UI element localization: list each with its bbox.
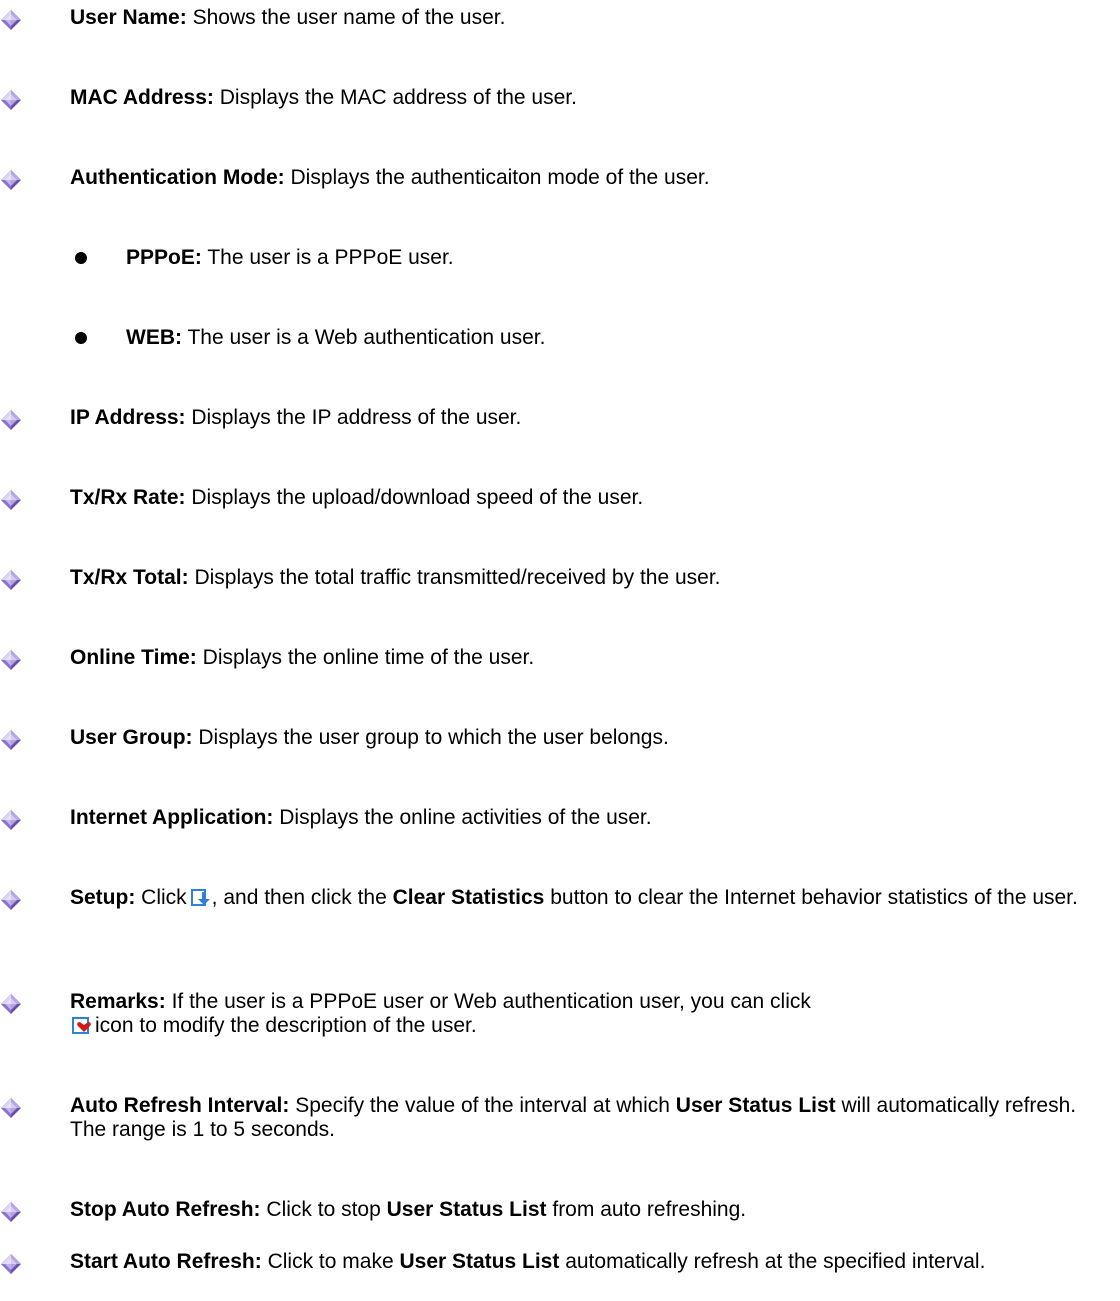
item-text: Setup: Click, and then click the Clear S… <box>70 886 1078 909</box>
diamond-bullet-icon <box>0 489 22 511</box>
edit-heart-icon <box>72 1017 91 1034</box>
item-text: IP Address: Displays the IP address of t… <box>70 406 522 429</box>
diamond-bullet-icon <box>0 809 22 831</box>
item-text: Online Time: Displays the online time of… <box>70 646 535 669</box>
diamond-bullet-icon <box>0 1201 22 1223</box>
diamond-bullet-icon <box>0 1253 22 1275</box>
item-text: WEB: The user is a Web authentication us… <box>126 326 546 349</box>
item-text: Start Auto Refresh: Click to make User S… <box>70 1250 986 1273</box>
item-text: Internet Application: Displays the onlin… <box>70 806 652 829</box>
document-page: User Name: Shows the user name of the us… <box>0 0 1120 1301</box>
download-arrow-icon <box>190 889 210 906</box>
item-text: Tx/Rx Total: Displays the total traffic … <box>70 566 721 589</box>
diamond-bullet-icon <box>0 649 22 671</box>
item-text: User Group: Displays the user group to w… <box>70 726 669 749</box>
diamond-bullet-icon <box>0 729 22 751</box>
item-text: Authentication Mode: Displays the authen… <box>70 166 710 189</box>
item-text: Auto Refresh Interval: Specify the value… <box>70 1094 1077 1141</box>
item-text: MAC Address: Displays the MAC address of… <box>70 86 577 109</box>
item-text: Tx/Rx Rate: Displays the upload/download… <box>70 486 644 509</box>
diamond-bullet-icon <box>0 993 22 1015</box>
diamond-bullet-icon <box>0 1097 22 1119</box>
item-text: Stop Auto Refresh: Click to stop User St… <box>70 1198 747 1221</box>
diamond-bullet-icon <box>0 169 22 191</box>
diamond-bullet-icon <box>0 89 22 111</box>
item-text: User Name: Shows the user name of the us… <box>70 6 506 29</box>
item-text: PPPoE: The user is a PPPoE user. <box>126 246 454 269</box>
diamond-bullet-icon <box>0 9 22 31</box>
item-text: Remarks: If the user is a PPPoE user or … <box>70 990 811 1037</box>
diamond-bullet-icon <box>0 409 22 431</box>
round-bullet-icon <box>75 332 87 344</box>
diamond-bullet-icon <box>0 569 22 591</box>
diamond-bullet-icon <box>0 889 22 911</box>
round-bullet-icon <box>75 252 87 264</box>
